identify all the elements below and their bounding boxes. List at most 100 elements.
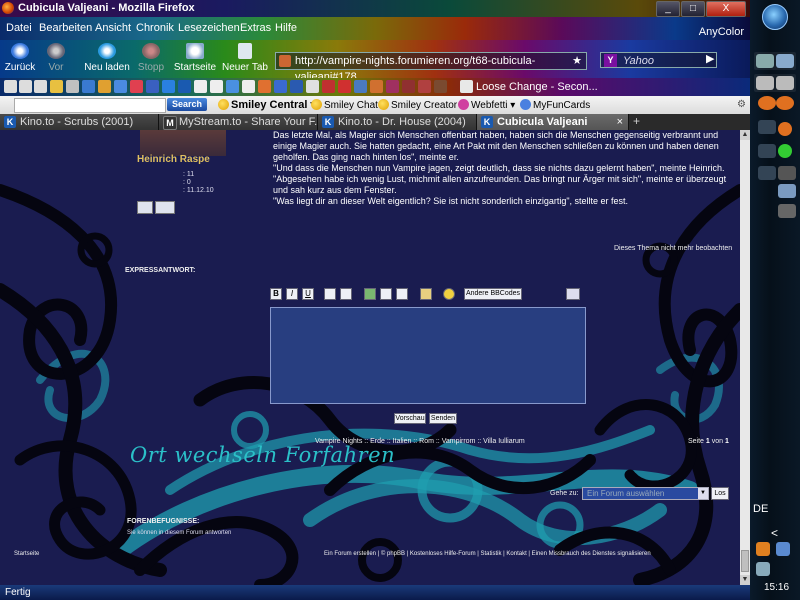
quick-reply-textarea[interactable] [270, 307, 586, 404]
close-tab-icon[interactable]: × [617, 114, 623, 130]
language-indicator[interactable]: DE [753, 503, 768, 515]
unwatch-topic-link[interactable]: Dieses Thema nicht mehr beobachten [614, 245, 732, 252]
bookmark-icon[interactable] [50, 80, 63, 93]
bookmark-loose-change[interactable]: Loose Change - Secon... [476, 81, 598, 93]
bookmark-icon[interactable] [354, 80, 367, 93]
close-button[interactable]: X [706, 1, 746, 17]
profile-button[interactable] [137, 201, 153, 214]
italic-button[interactable]: I [286, 288, 298, 300]
underline-button[interactable]: U [302, 288, 314, 300]
stop-button[interactable]: Stopp [137, 43, 165, 73]
maximize-button[interactable]: □ [681, 1, 705, 17]
bookmark-icon[interactable] [226, 80, 239, 93]
toolbar-search-button[interactable]: Search [167, 98, 207, 111]
bookmark-icon[interactable] [98, 80, 111, 93]
bookmark-icon[interactable] [114, 80, 127, 93]
tab-kino-scrubs[interactable]: K Kino.to - Scrubs (2001) [0, 114, 159, 130]
search-go-icon[interactable]: ▶ [706, 52, 720, 68]
other-bbcodes-button[interactable]: Andere BBCodes [464, 288, 522, 300]
bookmark-icon[interactable] [210, 80, 223, 93]
new-tab-plus-icon[interactable]: + [633, 114, 640, 128]
video-icon[interactable] [380, 288, 392, 300]
smiley-picker-icon[interactable] [443, 288, 455, 300]
bookmark-icon[interactable] [82, 80, 95, 93]
bookmark-icon[interactable] [130, 80, 143, 93]
menu-chronik[interactable]: Chronik [136, 22, 174, 34]
menu-extras[interactable]: Extras [240, 22, 271, 34]
webfetti-button[interactable]: Webfetti ▾ [458, 99, 515, 111]
bookmark-icon[interactable] [386, 80, 399, 93]
jump-go-button[interactable]: Los [711, 487, 729, 500]
toolbar-options-icon[interactable]: ⚙ [737, 99, 746, 110]
menu-hilfe[interactable]: Hilfe [275, 22, 297, 34]
search-input[interactable]: Y Yahoo [600, 52, 717, 68]
bookmark-icon[interactable] [178, 80, 191, 93]
menu-datei[interactable]: Datei [6, 22, 32, 34]
app-icon[interactable] [778, 144, 792, 158]
document-icon[interactable] [778, 184, 796, 198]
bookmark-icon[interactable] [402, 80, 415, 93]
back-button[interactable]: Zurück [4, 43, 36, 73]
bookmark-icon[interactable] [162, 80, 175, 93]
app-icon[interactable] [778, 204, 796, 218]
tab-kino-dr-house[interactable]: K Kino.to - Dr. House (2004) [318, 114, 477, 130]
minimize-button[interactable]: _ [656, 1, 680, 17]
bookmark-icon[interactable] [370, 80, 383, 93]
smiley-creator-button[interactable]: Smiley Creator [378, 99, 457, 111]
bookmark-icon[interactable] [274, 80, 287, 93]
app-icon[interactable] [776, 76, 794, 90]
bookmark-icon[interactable] [66, 80, 79, 93]
forward-button[interactable]: Vor [44, 43, 68, 73]
preview-button[interactable]: Vorschau [394, 413, 426, 424]
bookmark-star-icon[interactable]: ★ [572, 53, 582, 69]
bookmark-icon[interactable] [290, 80, 303, 93]
tray-icon[interactable] [756, 542, 770, 556]
bookmark-icon[interactable] [4, 80, 17, 93]
list-icon[interactable] [420, 288, 432, 300]
scroll-up-icon[interactable]: ▲ [740, 130, 750, 140]
smiley-chat-button[interactable]: Smiley Chat [311, 99, 378, 111]
scroll-down-icon[interactable]: ▼ [740, 575, 750, 585]
app-icon[interactable] [758, 166, 776, 180]
bold-button[interactable]: B [270, 288, 282, 300]
firefox-icon[interactable] [758, 96, 776, 110]
myfuncards-button[interactable]: MyFunCards [520, 99, 590, 111]
chevron-left-icon[interactable]: < [771, 526, 778, 540]
menu-ansicht[interactable]: Ansicht [95, 22, 131, 34]
explorer-icon[interactable] [756, 76, 774, 90]
quote-icon[interactable] [324, 288, 336, 300]
footer-links[interactable]: Ein Forum erstellen | © phpBB | Kostenlo… [324, 551, 651, 557]
page-scrollbar[interactable]: ▲ ▼ [740, 130, 750, 585]
bookmark-icon[interactable] [242, 80, 255, 93]
clock[interactable]: 15:16 [764, 582, 789, 593]
tab-cubicula-valjeani[interactable]: K Cubicula Valjeani × [477, 114, 629, 130]
bookmark-icon[interactable] [19, 80, 32, 93]
app-icon[interactable] [758, 120, 776, 134]
desktop-icon[interactable] [756, 54, 774, 68]
menu-bearbeiten[interactable]: Bearbeiten [39, 22, 92, 34]
start-orb-icon[interactable] [762, 4, 788, 30]
url-bar[interactable]: http://vampire-nights.forumieren.org/t68… [275, 52, 587, 83]
code-icon[interactable] [340, 288, 352, 300]
bookmark-icon[interactable] [146, 80, 159, 93]
toolbar-search-input[interactable] [14, 98, 166, 113]
bookmark-icon[interactable] [34, 80, 47, 93]
bookmark-icon[interactable] [258, 80, 271, 93]
forum-jump-select[interactable]: Ein Forum auswählen ▼ [582, 487, 709, 500]
new-tab-button[interactable]: Neuer Tab [222, 43, 268, 73]
app-icon[interactable] [758, 144, 776, 158]
firefox-icon[interactable] [776, 96, 794, 110]
bookmark-icon[interactable] [418, 80, 431, 93]
smiley-central-menu[interactable]: Smiley Central ▾ [218, 98, 316, 111]
tab-mystream[interactable]: M MyStream.to - Share Your F... [159, 114, 318, 130]
bookmark-icon[interactable] [338, 80, 351, 93]
network-icon[interactable] [756, 562, 770, 576]
font-size-icon[interactable] [566, 288, 580, 300]
menu-lesezeichen[interactable]: Lesezeichen [178, 22, 240, 34]
tray-icon[interactable] [776, 542, 790, 556]
app-icon[interactable] [778, 166, 796, 180]
image-icon[interactable] [364, 288, 376, 300]
bookmark-icon[interactable] [306, 80, 319, 93]
switch-windows-icon[interactable] [776, 54, 794, 68]
footer-home-link[interactable]: Startseite [14, 551, 39, 557]
